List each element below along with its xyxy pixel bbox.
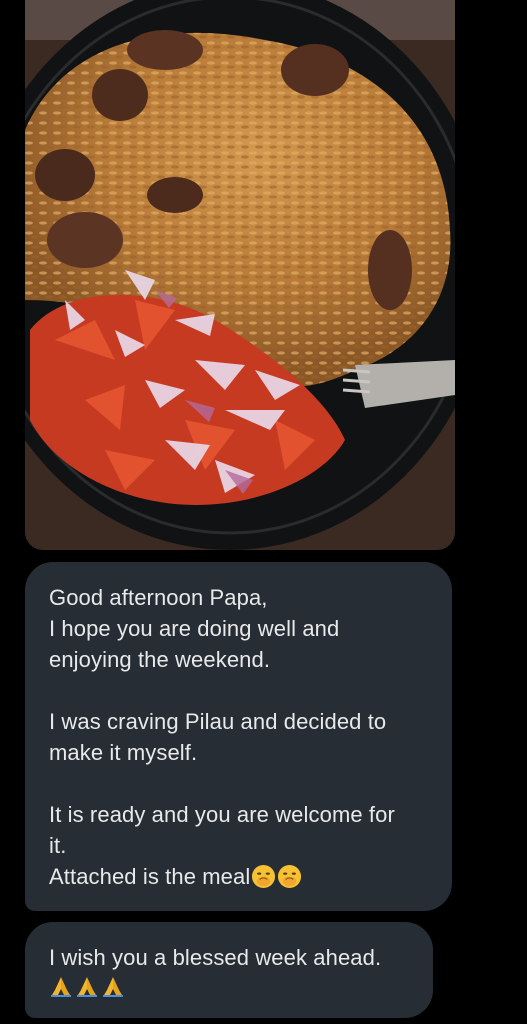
message-text-line: it. (49, 833, 67, 858)
message-bubble[interactable]: Good afternoon Papa, I hope you are doin… (25, 562, 452, 911)
message-bubble[interactable]: I wish you a blessed week ahead. (25, 922, 433, 1018)
message-text-line: I hope you are doing well and (49, 616, 340, 641)
message-text-line: Good afternoon Papa, (49, 585, 268, 610)
message-text-line: enjoying the weekend. (49, 647, 271, 672)
message-text-line-with-emoji: Attached is the meal (49, 861, 434, 892)
message-text-line: make it myself. (49, 740, 198, 765)
emoji-row (49, 973, 415, 1004)
folded-hands-icon (103, 977, 123, 997)
chat-thread: Good afternoon Papa, I hope you are doin… (0, 0, 527, 1024)
message-text-line: I was craving Pilau and decided to (49, 709, 387, 734)
shushing-face-icon (252, 864, 276, 889)
folded-hands-icon (77, 977, 97, 997)
meal-photo[interactable] (25, 0, 455, 550)
message-text-line: I wish you a blessed week ahead. (49, 945, 382, 970)
message-text-line: It is ready and you are welcome for (49, 802, 395, 827)
meal-photo-drawing (25, 0, 455, 550)
message-text: Attached is the meal (49, 864, 251, 889)
shushing-face-icon (278, 864, 302, 889)
folded-hands-icon (51, 977, 71, 997)
